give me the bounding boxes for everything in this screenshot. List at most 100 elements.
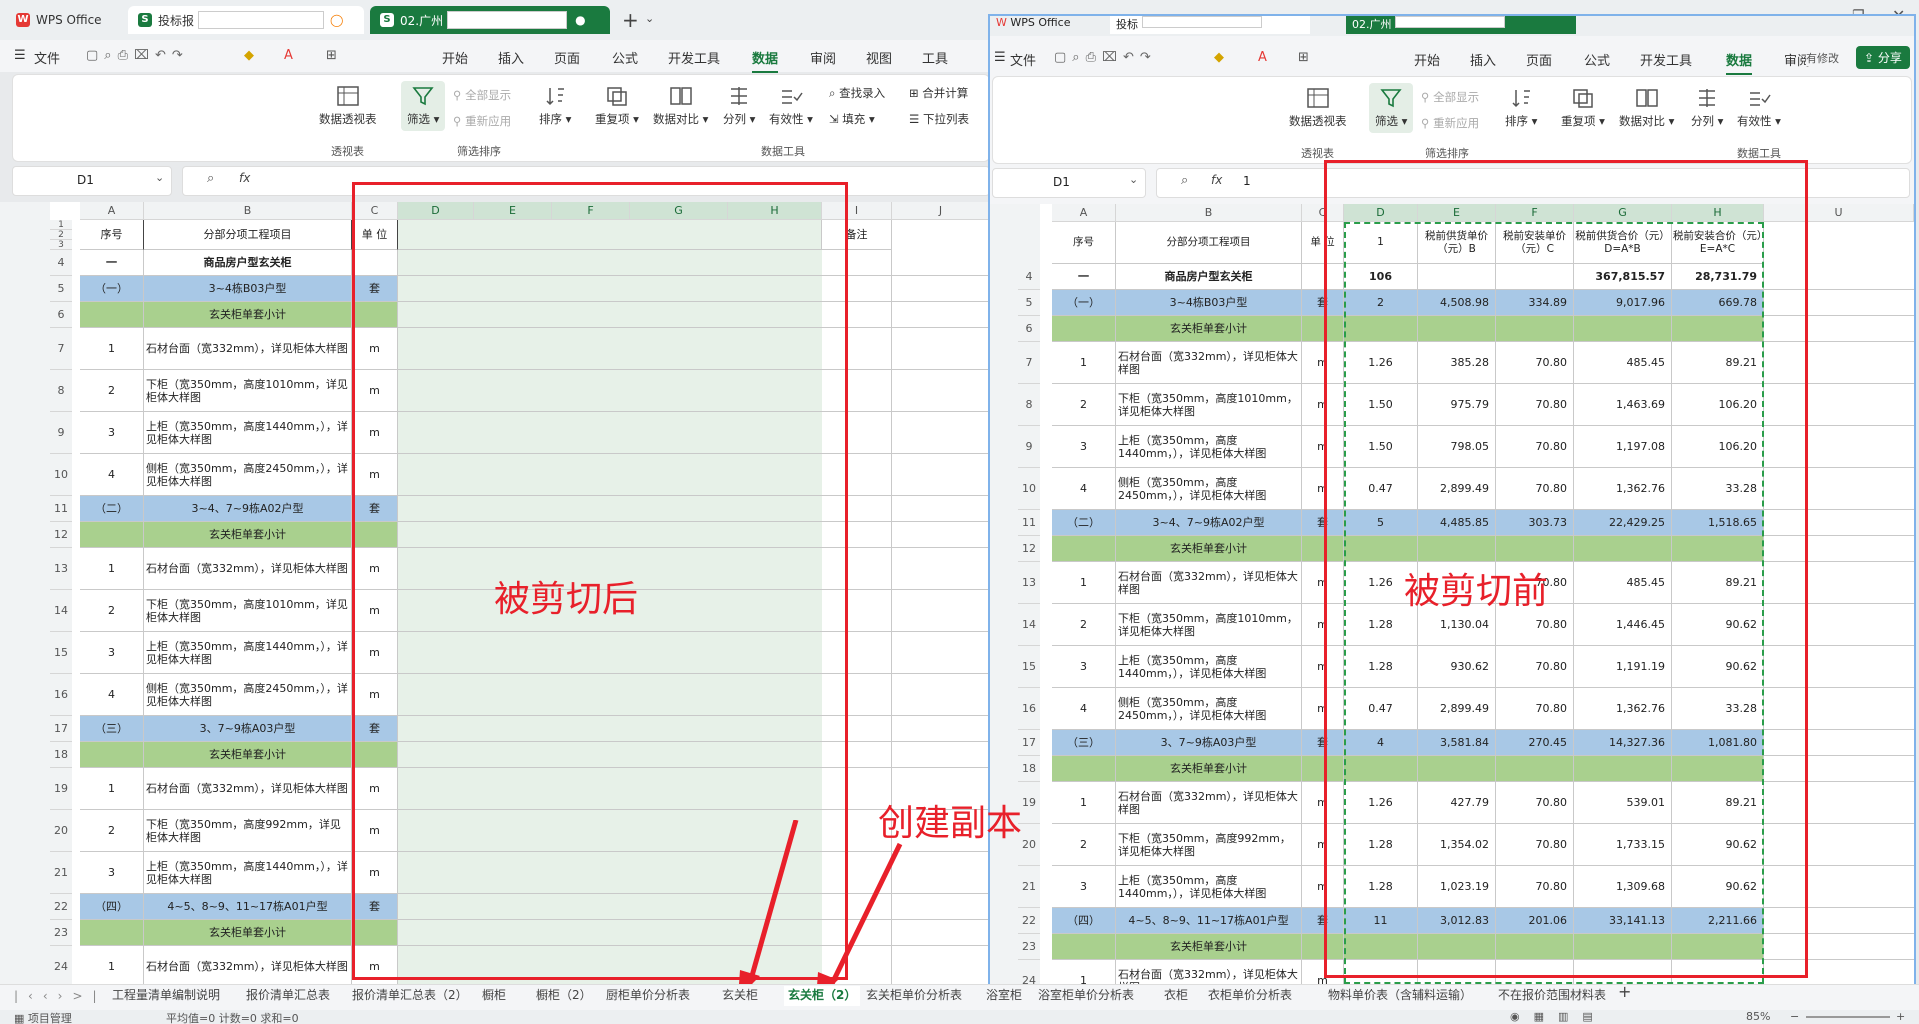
row-header[interactable]: 12 xyxy=(50,522,72,548)
cell-seq[interactable] xyxy=(80,302,144,328)
row-header[interactable]: 2 xyxy=(50,230,72,240)
cell-seq[interactable]: 4 xyxy=(80,674,144,716)
cell-item[interactable]: 石材台面（宽332mm），详见柜体大样图 xyxy=(1116,342,1302,384)
reapply-button[interactable]: ⚲ 重新应用 xyxy=(453,113,511,129)
sheet-tab[interactable]: 衣柜单价分析表 xyxy=(1208,986,1292,1006)
row-header[interactable]: 14 xyxy=(50,590,72,632)
font-color-icon[interactable]: A xyxy=(284,48,293,63)
cell-item[interactable]: 石材台面（宽332mm），详见柜体大样图 xyxy=(144,548,352,590)
zoom-slider[interactable] xyxy=(1806,1016,1890,1018)
cell-item[interactable]: 玄关柜单套小计 xyxy=(144,522,352,548)
row-header[interactable]: 24 xyxy=(50,946,72,984)
menu-dev-right[interactable]: 开发工具 xyxy=(1640,50,1692,69)
cell-empty[interactable] xyxy=(892,370,990,412)
share-button[interactable]: ⇪ 分享 xyxy=(1856,46,1910,69)
cell-empty[interactable] xyxy=(892,496,990,522)
cell-item[interactable]: 4~5、8~9、11~17栋A01户型 xyxy=(1116,908,1302,934)
cell-item[interactable]: 玄关柜单套小计 xyxy=(144,302,352,328)
menu-home[interactable]: 开始 xyxy=(442,48,468,67)
merge-calc-button[interactable]: ⊞ 合并计算 xyxy=(909,85,968,101)
row-header[interactable]: 13 xyxy=(50,548,72,590)
cell-seq[interactable]: 1 xyxy=(80,946,144,984)
row-header[interactable]: 4 xyxy=(50,250,72,276)
cell-item[interactable]: 侧柜（宽350mm，高度2450mm，），详见柜体大样图 xyxy=(144,454,352,496)
cell-item[interactable]: 下柜（宽350mm，高度1010mm，详见柜体大样图 xyxy=(1116,604,1302,646)
split-column-button[interactable]: 分列 ▾ xyxy=(723,85,755,127)
row-header[interactable]: 9 xyxy=(50,412,72,454)
sheet-tab[interactable]: 不在报价范围材料表 xyxy=(1498,986,1606,1006)
row-header[interactable]: 9 xyxy=(1018,426,1040,468)
quick-access-icons[interactable]: ▢⌕⎙⌧↶↷ xyxy=(86,48,189,63)
cell-item[interactable]: 石材台面（宽332mm），详见柜体大样图 xyxy=(144,328,352,370)
pivot-table-button-right[interactable]: 数据透视表 xyxy=(1289,87,1347,129)
lookup-entry-button[interactable]: ⌕ 查找录入 xyxy=(829,85,885,101)
cell-empty[interactable] xyxy=(892,328,990,370)
cell-empty[interactable] xyxy=(892,250,990,276)
row-header[interactable]: 8 xyxy=(1018,384,1040,426)
row-header[interactable]: 10 xyxy=(1018,468,1040,510)
column-header[interactable]: A xyxy=(80,202,144,220)
cell-item[interactable]: 下柜（宽350mm，高度1010mm，详见柜体大样图 xyxy=(1116,384,1302,426)
cell-item[interactable]: 侧柜（宽350mm，高度2450mm，），详见柜体大样图 xyxy=(1116,688,1302,730)
font-color-icon[interactable]: A xyxy=(1258,50,1267,65)
cell-item[interactable]: 3、7~9栋A03户型 xyxy=(1116,730,1302,756)
cell-seq[interactable]: 4 xyxy=(1052,688,1116,730)
chevron-down-icon[interactable]: ⌄ xyxy=(645,12,654,25)
row-header[interactable]: 20 xyxy=(50,810,72,852)
cell-item[interactable]: 下柜（宽350mm，高度992mm，详见柜体大样图 xyxy=(144,810,352,852)
cell-empty[interactable] xyxy=(892,742,990,768)
menu-review[interactable]: 审阅 xyxy=(810,48,836,67)
cell-item[interactable]: 下柜（宽350mm，高度992mm，详见柜体大样图 xyxy=(1116,824,1302,866)
cell-seq[interactable]: 2 xyxy=(80,590,144,632)
cell-seq[interactable] xyxy=(1052,934,1116,960)
menu-data[interactable]: 数据 xyxy=(752,48,779,73)
sheet-tab[interactable]: 玄关柜 xyxy=(722,986,758,1006)
row-header[interactable]: 10 xyxy=(50,454,72,496)
row-header[interactable]: 23 xyxy=(50,920,72,946)
reapply-button-right[interactable]: ⚲ 重新应用 xyxy=(1421,115,1479,131)
cell-item[interactable]: 3~4、7~9栋A02户型 xyxy=(144,496,352,522)
dropdown-list-button[interactable]: ☰ 下拉列表 xyxy=(909,111,969,127)
row-header[interactable]: 6 xyxy=(1018,316,1040,342)
cell-seq[interactable]: 3 xyxy=(1052,646,1116,688)
zoom-out-icon[interactable]: − xyxy=(1790,1010,1799,1023)
cell-seq[interactable]: 2 xyxy=(1052,604,1116,646)
duplicates-button[interactable]: 重复项 ▾ xyxy=(595,85,639,127)
cell-seq[interactable]: 3 xyxy=(1052,866,1116,908)
cell-item[interactable]: 上柜（宽350mm，高度1440mm，），详见柜体大样图 xyxy=(1116,426,1302,468)
cell-empty[interactable] xyxy=(892,548,990,590)
menu-file[interactable]: 文件 xyxy=(34,48,60,67)
cell-seq[interactable]: （三） xyxy=(80,716,144,742)
cell-seq[interactable] xyxy=(1052,536,1116,562)
cell-item[interactable]: 玄关柜单套小计 xyxy=(144,742,352,768)
cell-item[interactable]: 玄关柜单套小计 xyxy=(144,920,352,946)
sheet-tab[interactable]: 衣柜 xyxy=(1164,986,1188,1006)
sheet-tab[interactable]: 浴室柜 xyxy=(986,986,1022,1006)
cell-seq[interactable] xyxy=(1052,756,1116,782)
row-header[interactable]: 14 xyxy=(1018,604,1040,646)
cell-item[interactable]: 石材台面（宽332mm），详见柜体大样图 xyxy=(1116,562,1302,604)
row-header[interactable]: 22 xyxy=(50,894,72,920)
zoom-in-icon[interactable]: + xyxy=(1896,1010,1905,1023)
menu-page[interactable]: 页面 xyxy=(554,48,580,67)
cell-seq[interactable]: 1 xyxy=(1052,342,1116,384)
cell-seq[interactable]: （四） xyxy=(80,894,144,920)
column-header[interactable]: A xyxy=(1052,204,1116,222)
cell-item[interactable]: 3、7~9栋A03户型 xyxy=(144,716,352,742)
row-header[interactable]: 21 xyxy=(1018,866,1040,908)
cell-seq[interactable]: 一 xyxy=(1052,264,1116,290)
cell-seq[interactable]: 2 xyxy=(80,810,144,852)
tab-guangzhou-doc[interactable]: S 02.广州 ● xyxy=(370,6,610,34)
cell-seq[interactable]: 1 xyxy=(80,328,144,370)
cell-seq[interactable]: 1 xyxy=(1052,782,1116,824)
menu-insert-right[interactable]: 插入 xyxy=(1470,50,1496,69)
name-box[interactable]: D1 ⌄ xyxy=(12,166,172,196)
cell-seq[interactable] xyxy=(80,742,144,768)
cell-seq[interactable]: 1 xyxy=(1052,960,1116,984)
row-header[interactable]: 3 xyxy=(50,240,72,250)
cell-empty[interactable] xyxy=(892,632,990,674)
cell-seq[interactable]: 1 xyxy=(80,548,144,590)
cell-item[interactable]: 石材台面（宽332mm），详见柜体大样图 xyxy=(1116,960,1302,984)
cell-empty[interactable] xyxy=(892,522,990,548)
cell-empty[interactable] xyxy=(892,412,990,454)
